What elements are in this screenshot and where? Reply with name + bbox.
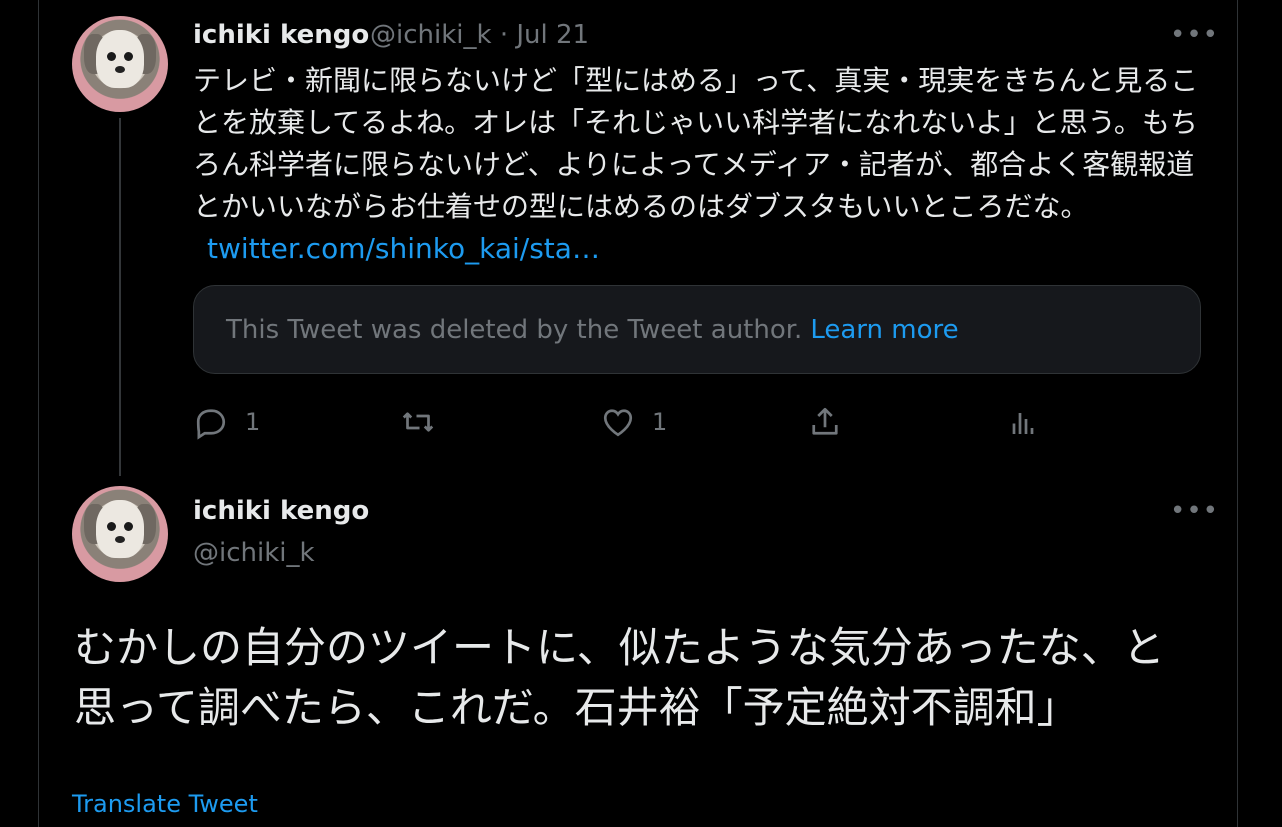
analytics-button[interactable] bbox=[1005, 402, 1041, 442]
translate-tweet-link[interactable]: Translate Tweet bbox=[72, 790, 258, 818]
analytics-icon bbox=[1012, 413, 1034, 434]
retweet-icon bbox=[402, 412, 434, 432]
author-handle[interactable]: @ichiki_k · Jul 21 bbox=[370, 20, 589, 50]
share-icon bbox=[812, 407, 838, 435]
more-options-icon[interactable]: ••• bbox=[1170, 22, 1219, 48]
author-handle[interactable]: @ichiki_k bbox=[193, 538, 315, 568]
reply-icon bbox=[196, 409, 226, 440]
share-button[interactable] bbox=[807, 402, 843, 442]
reply-button[interactable]: 1 bbox=[193, 402, 260, 442]
author-name[interactable]: ichiki kengo bbox=[193, 496, 369, 526]
tweet-text-content: テレビ・新聞に限らないけど「型にはめる」って、真実・現実をきちんと見ることを放棄… bbox=[193, 64, 1199, 223]
author-name[interactable]: ichiki kengo bbox=[193, 20, 369, 50]
learn-more-link[interactable]: Learn more bbox=[810, 315, 958, 345]
like-button[interactable]: 1 bbox=[600, 402, 667, 442]
retweet-button[interactable] bbox=[400, 402, 436, 442]
avatar[interactable] bbox=[72, 486, 168, 582]
avatar[interactable] bbox=[72, 16, 168, 112]
thread-connector-line bbox=[119, 118, 121, 476]
like-count: 1 bbox=[652, 408, 668, 436]
deleted-quote-card: This Tweet was deleted by the Tweet auth… bbox=[193, 285, 1201, 374]
heart-icon bbox=[603, 409, 633, 437]
tweet-link[interactable]: twitter.com/shinko_kai/sta… bbox=[207, 232, 600, 265]
tweet-text: むかしの自分のツイートに、似たような気分あったな、と思って調べたら、これだ。石井… bbox=[74, 623, 1165, 732]
reply-count: 1 bbox=[245, 408, 261, 436]
handle-text: @ichiki_k bbox=[370, 20, 492, 50]
meta-separator: · bbox=[499, 20, 509, 50]
deleted-notice: This Tweet was deleted by the Tweet auth… bbox=[226, 314, 803, 345]
more-options-icon[interactable]: ••• bbox=[1170, 498, 1219, 524]
tweet-text: テレビ・新聞に限らないけど「型にはめる」って、真実・現実をきちんと見ることを放棄… bbox=[193, 60, 1203, 270]
tweet-date[interactable]: Jul 21 bbox=[516, 20, 589, 50]
